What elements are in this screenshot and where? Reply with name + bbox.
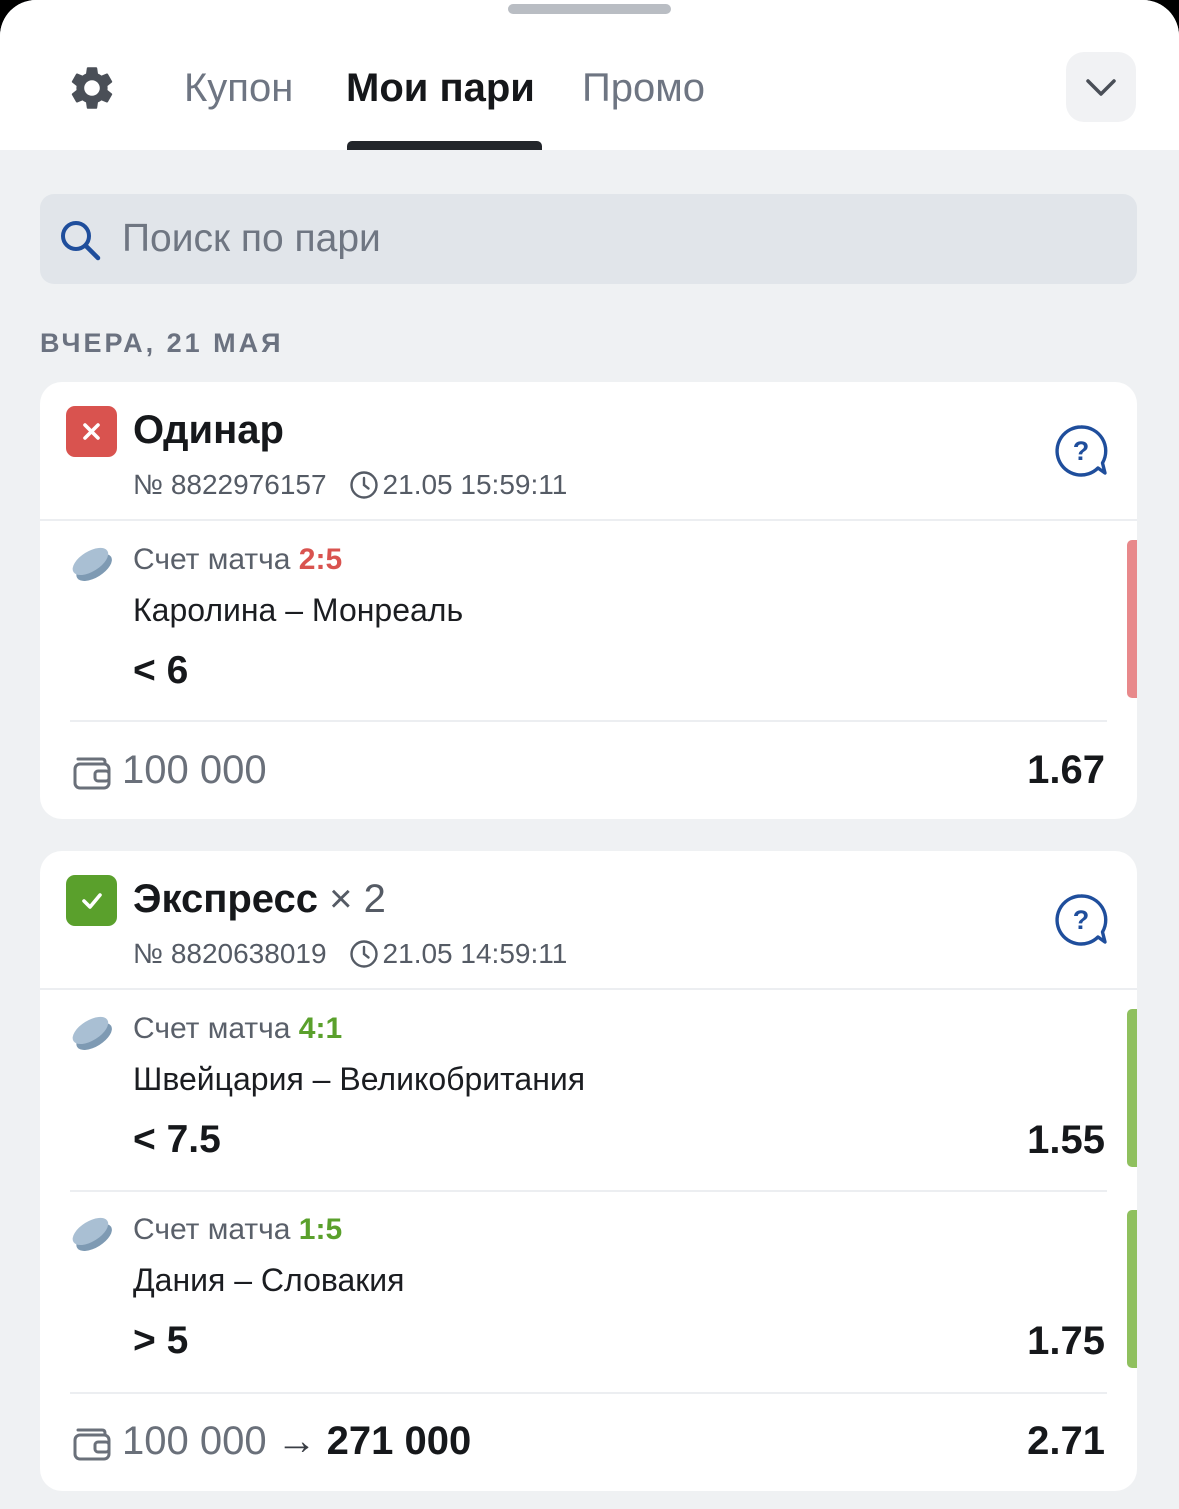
leg-odds: 1.55 [1027,1118,1105,1162]
bet-type-label: Экспресс [133,877,318,921]
bet-meta: № 8822976157 21.05 15:59:11 [133,468,567,502]
bet-number: № 8820638019 [133,938,327,969]
tab-promo[interactable]: Промо [582,64,705,112]
check-icon [82,893,102,909]
header: Купон Мои пари Промо [0,0,1179,150]
status-lost-badge [66,406,117,457]
bet-multiplier: × 2 [329,877,386,921]
result-bar-lost [1127,540,1137,698]
bet-footer: 100 000 1.67 [40,722,1137,819]
bet-meta: № 8820638019 21.05 14:59:11 [133,937,567,971]
payout-amount: 271 000 [326,1419,472,1463]
score-label: Счет матча [133,543,291,576]
tab-coupon[interactable]: Купон [184,64,293,112]
sheet-grabber[interactable] [508,4,671,14]
date-header: ВЧЕРА, 21 МАЯ [40,328,284,358]
bet-leg: Счет матча 2:5 Каролина – Монреаль < 6 [40,520,1137,720]
match-score: Счет матча 4:1 [133,1011,342,1047]
bet-card[interactable]: Одинар № 8822976157 21.05 15:59:11 ? Сче… [40,382,1137,819]
hockey-puck-icon [72,547,112,581]
bet-type: Одинар [133,408,284,452]
bet-number: № 8822976157 [133,469,327,500]
search-icon [61,221,101,261]
bet-card-header: Экспресс × 2 № 8820638019 21.05 14:59:11… [40,851,1137,990]
wallet-icon [73,757,111,790]
score-label: Счет матча [133,1213,291,1246]
leg-odds: 1.75 [1027,1319,1105,1363]
score-value: 4:1 [298,1012,343,1045]
clock-icon [349,940,378,968]
tab-my-bets[interactable]: Мои пари [346,64,535,112]
bet-time: 21.05 14:59:11 [382,938,568,969]
bet-leg: Счет матча 4:1 Швейцария – Великобритани… [40,989,1137,1189]
total-odds: 2.71 [1027,1419,1105,1463]
help-chat-icon[interactable]: ? [1054,424,1108,478]
gear-icon[interactable] [66,62,118,114]
bet-pick: > 5 [133,1319,189,1362]
bet-card[interactable]: Экспресс × 2 № 8820638019 21.05 14:59:11… [40,851,1137,1491]
svg-text:?: ? [1073,436,1090,466]
chevron-down-icon [1086,79,1116,96]
match-teams: Каролина – Монреаль [133,592,464,628]
close-icon [83,423,100,440]
result-bar-won [1127,1009,1137,1167]
hockey-puck-icon [72,1016,112,1050]
score-value: 1:5 [298,1213,343,1246]
search-input[interactable] [122,194,1022,284]
match-score: Счет матча 2:5 [133,542,342,578]
bet-leg: Счет матча 1:5 Дания – Словакия > 5 1.75 [40,1190,1137,1390]
help-chat-icon[interactable]: ? [1054,893,1108,947]
status-won-badge [66,875,117,926]
collapse-button[interactable] [1066,52,1136,122]
bet-footer: 100 000 → 271 000 2.71 [40,1393,1137,1491]
result-bar-won [1127,1210,1137,1368]
bet-type: Экспресс × 2 [133,875,386,923]
svg-text:?: ? [1073,905,1090,935]
match-score: Счет матча 1:5 [133,1212,342,1248]
hockey-puck-icon [72,1217,112,1251]
score-label: Счет матча [133,1012,291,1045]
bet-pick: < 6 [133,649,189,692]
wallet-icon [73,1428,111,1461]
clock-icon [349,471,378,499]
total-odds: 1.67 [1027,748,1105,792]
search-bar[interactable] [40,194,1137,284]
bet-card-header: Одинар № 8822976157 21.05 15:59:11 ? [40,382,1137,521]
match-teams: Швейцария – Великобритания [133,1061,586,1097]
bets-sheet: Купон Мои пари Промо ВЧЕРА, 21 МАЯ Одина… [0,0,1179,1509]
bet-pick: < 7.5 [133,1118,221,1161]
match-teams: Дания – Словакия [133,1262,405,1298]
bet-time: 21.05 15:59:11 [382,469,568,500]
stake-value: 100 000 [122,1419,267,1463]
stake-amount: 100 000 → 271 000 [122,1417,471,1465]
stake-amount: 100 000 [122,748,267,792]
active-tab-indicator [347,141,542,150]
arrow-right-icon: → [276,1419,317,1463]
score-value: 2:5 [298,543,343,576]
